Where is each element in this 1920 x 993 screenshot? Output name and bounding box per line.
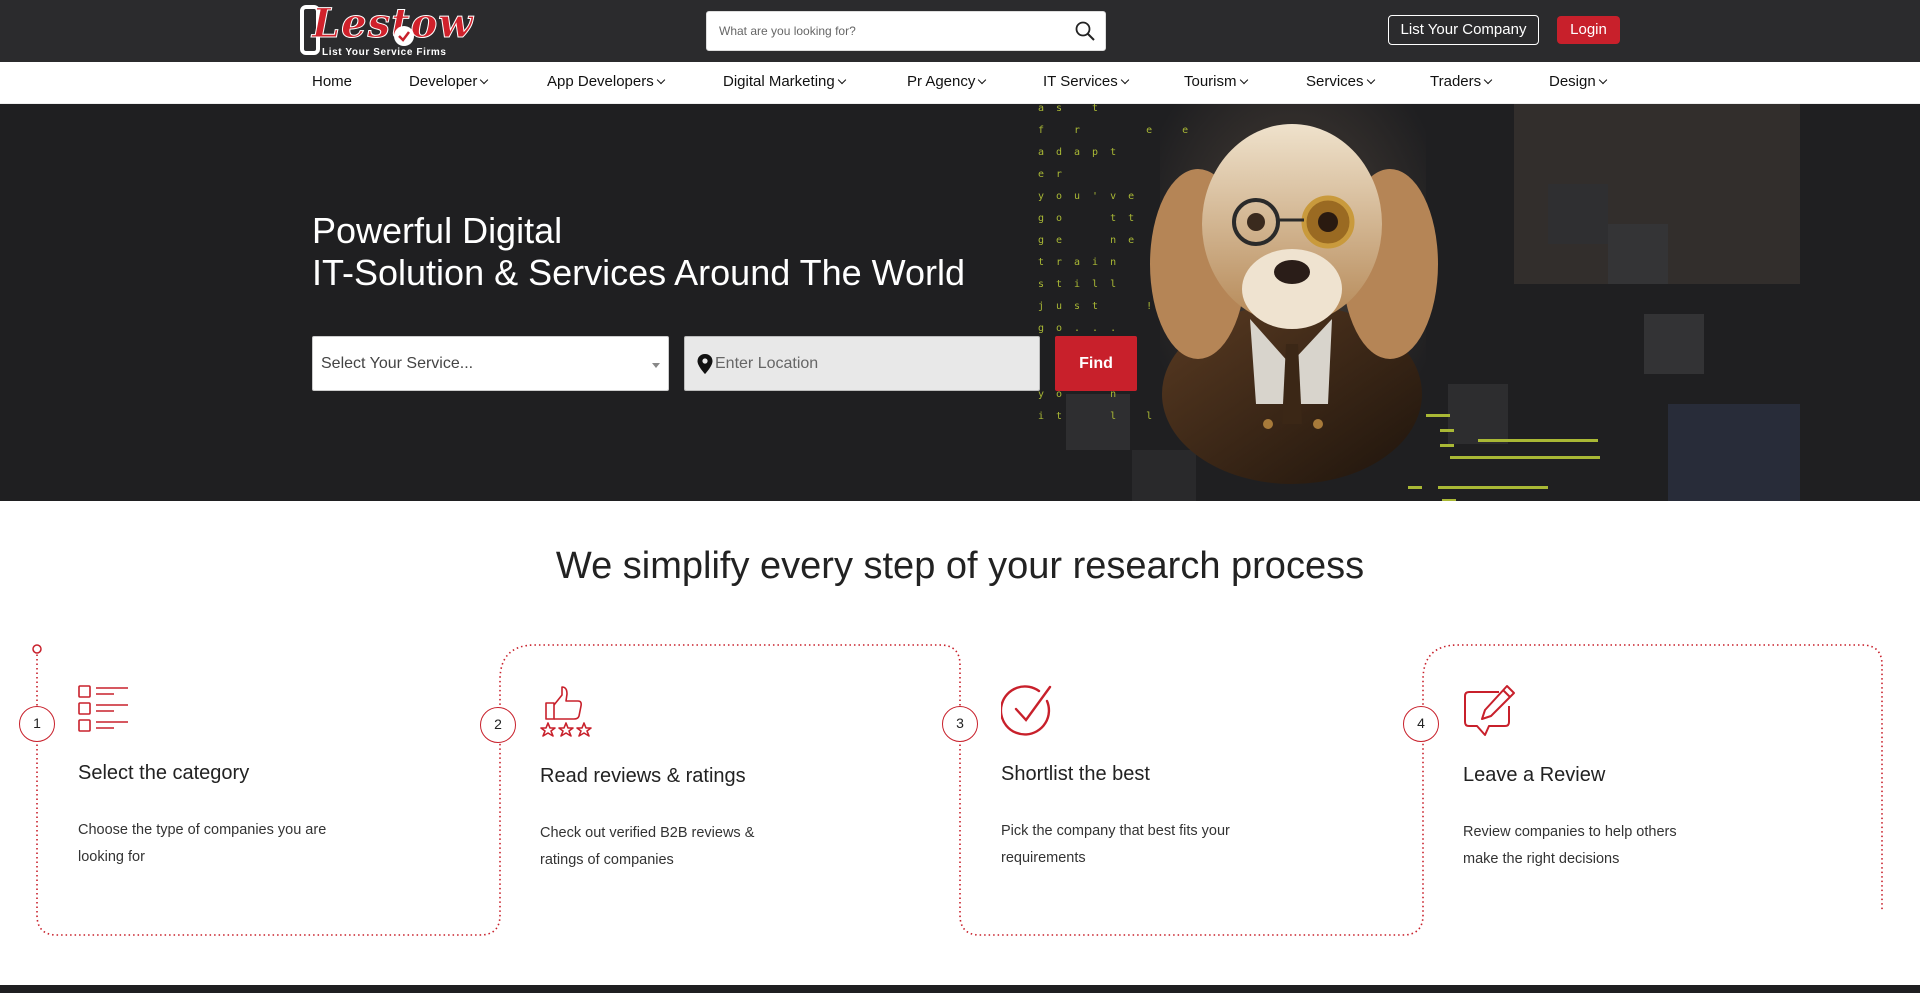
step-title: Leave a Review <box>1463 764 1606 786</box>
step-title: Read reviews & ratings <box>540 765 746 787</box>
hero-title-line-2: IT-Solution & Services Around The World <box>312 252 965 293</box>
step-number: 3 <box>942 706 978 742</box>
thumbs-up-stars-icon <box>540 686 592 737</box>
steps-title: We simplify every step of your research … <box>555 545 1365 587</box>
steps-connector <box>32 644 1883 936</box>
caret-down-icon <box>652 363 660 368</box>
review-edit-icon <box>1464 685 1515 736</box>
footer-strip <box>0 985 1920 993</box>
chevron-down-icon <box>656 75 665 85</box>
hero-artwork: as t f r e e adapt er you've go tt ge ne… <box>1028 104 1800 501</box>
search-input[interactable] <box>707 12 1057 50</box>
nav-item-tourism[interactable]: Tourism <box>1184 62 1248 104</box>
step-description: Review companies to help others make the… <box>1463 824 1677 867</box>
location-field[interactable] <box>684 336 1040 391</box>
step-description: Check out verified B2B reviews & ratings… <box>540 825 755 868</box>
checkmark-circle-icon <box>1001 685 1052 736</box>
nav-item-app-developers[interactable]: App Developers <box>547 62 665 104</box>
nav-label: Digital Marketing <box>723 73 835 90</box>
service-select-value: Select Your Service... <box>321 355 474 372</box>
chevron-down-icon <box>837 75 846 85</box>
hero-title: Powerful Digital IT-Solution & Services … <box>312 210 965 294</box>
steps-section: 1 Select the category Choose the type of… <box>0 640 1920 940</box>
location-pin-icon <box>697 354 713 374</box>
service-select[interactable]: Select Your Service... <box>312 336 669 391</box>
main-nav: Home Developer App Developers Digital Ma… <box>0 62 1920 104</box>
step-description: Choose the type of companies you are loo… <box>78 822 327 865</box>
step-title: Select the category <box>78 762 250 784</box>
search-icon[interactable] <box>1073 19 1097 43</box>
hero-title-line-1: Powerful Digital <box>312 210 563 251</box>
nav-item-pr-agency[interactable]: Pr Agency <box>907 62 987 104</box>
login-button[interactable]: Login <box>1557 16 1620 44</box>
nav-label: Pr Agency <box>907 73 976 90</box>
nav-item-developer[interactable]: Developer <box>409 62 489 104</box>
nav-item-design[interactable]: Design <box>1549 62 1607 104</box>
nav-label: Traders <box>1430 73 1482 90</box>
logo-wordmark: Lestow <box>312 0 474 47</box>
top-bar: Lestow List Your Service Firms List Your… <box>0 0 1920 62</box>
nav-item-home[interactable]: Home <box>312 62 352 104</box>
chevron-down-icon <box>1120 75 1129 85</box>
nav-item-it-services[interactable]: IT Services <box>1043 62 1129 104</box>
chevron-down-icon <box>978 75 987 85</box>
nav-label: Design <box>1549 73 1596 90</box>
code-rain-text: as t f r e e adapt er you've go tt ge ne… <box>1038 104 1201 422</box>
nav-label: App Developers <box>547 73 654 90</box>
hero-banner: Powerful Digital IT-Solution & Services … <box>0 104 1920 501</box>
nav-label: Home <box>312 73 353 90</box>
step-number: 4 <box>1403 706 1439 742</box>
nav-label: Services <box>1306 73 1364 90</box>
step-description: Pick the company that best fits your req… <box>1001 823 1230 866</box>
logo[interactable]: Lestow List Your Service Firms <box>298 0 473 59</box>
checklist-icon <box>78 685 128 732</box>
chevron-down-icon <box>1239 75 1248 85</box>
list-your-company-button[interactable]: List Your Company <box>1388 15 1539 45</box>
nav-label: IT Services <box>1043 73 1118 90</box>
chevron-down-icon <box>1366 75 1375 85</box>
nav-label: Tourism <box>1184 73 1237 90</box>
nav-item-digital-marketing[interactable]: Digital Marketing <box>723 62 846 104</box>
logo-check-icon <box>394 26 414 46</box>
logo-tagline: List Your Service Firms <box>322 47 447 58</box>
chevron-down-icon <box>480 75 489 85</box>
location-input[interactable] <box>715 337 1035 390</box>
step-number: 2 <box>480 707 516 743</box>
chevron-down-icon <box>1483 75 1493 85</box>
chevron-down-icon <box>1598 75 1607 85</box>
nav-item-services[interactable]: Services <box>1306 62 1375 104</box>
nav-item-traders[interactable]: Traders <box>1430 62 1493 104</box>
step-number: 1 <box>19 706 55 742</box>
nav-label: Developer <box>409 73 478 90</box>
search-box <box>706 11 1106 51</box>
step-title: Shortlist the best <box>1001 763 1150 785</box>
